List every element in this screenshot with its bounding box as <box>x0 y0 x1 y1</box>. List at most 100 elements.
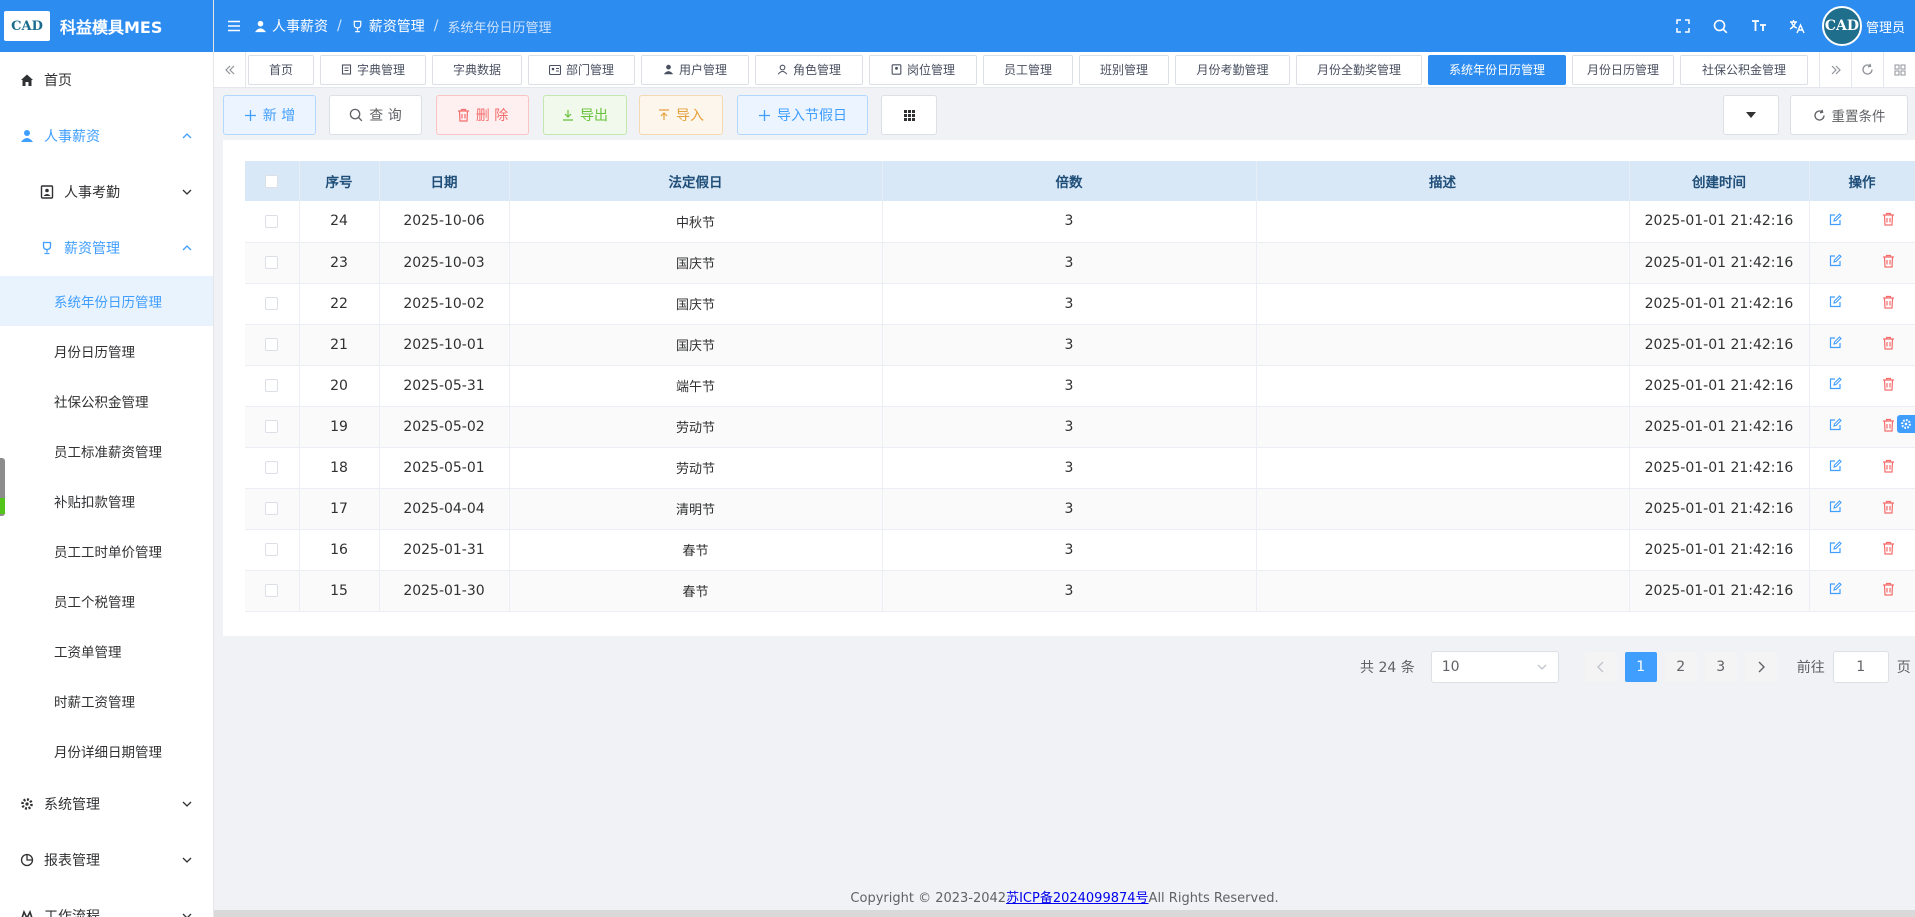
tab-position[interactable]: 岗位管理 <box>869 54 977 85</box>
tab-social-security[interactable]: 社保公积金管理 <box>1680 54 1808 85</box>
row-checkbox[interactable] <box>265 338 279 351</box>
tags-scroll-left-icon[interactable] <box>214 51 246 88</box>
tab-month-full-attendance[interactable]: 月份全勤奖管理 <box>1296 54 1422 85</box>
reset-button[interactable]: 重置条件 <box>1790 95 1908 135</box>
delete-button[interactable]: 删 除 <box>436 95 529 135</box>
avatar[interactable]: CAD <box>1821 6 1862 46</box>
table-row[interactable]: 23 2025-10-03 国庆节 3 2025-01-01 21:42:16 <box>245 242 1915 283</box>
tab-dict[interactable]: 字典管理 <box>320 54 426 85</box>
search-icon[interactable] <box>1702 19 1740 34</box>
sidebar-item-month-calendar[interactable]: 月份日历管理 <box>0 326 213 376</box>
tab-department[interactable]: 部门管理 <box>528 54 635 85</box>
export-button[interactable]: 导出 <box>543 95 627 135</box>
edit-icon[interactable] <box>1829 336 1843 353</box>
tab-month-attendance[interactable]: 月份考勤管理 <box>1175 54 1290 85</box>
table-row[interactable]: 22 2025-10-02 国庆节 3 2025-01-01 21:42:16 <box>245 283 1915 324</box>
sidebar-item-income-tax[interactable]: 员工个税管理 <box>0 576 213 626</box>
admin-name[interactable]: 管理员 <box>1866 17 1905 36</box>
refresh-icon[interactable] <box>1851 51 1883 88</box>
table-row[interactable]: 24 2025-10-06 中秋节 3 2025-01-01 21:42:16 <box>245 201 1915 242</box>
menu-toggle-icon[interactable] <box>214 20 254 32</box>
sidebar-item-workflow[interactable]: 工作流程 <box>0 888 213 917</box>
row-checkbox[interactable] <box>265 461 279 474</box>
edit-icon[interactable] <box>1829 541 1843 558</box>
next-page-button[interactable] <box>1744 652 1777 682</box>
delete-icon[interactable] <box>1882 336 1895 354</box>
query-button[interactable]: 查 询 <box>329 95 422 135</box>
icp-link[interactable]: 苏ICP备2024099874号 <box>1006 891 1148 906</box>
add-button[interactable]: 新 增 <box>223 95 316 135</box>
sidebar-item-social-security[interactable]: 社保公积金管理 <box>0 376 213 426</box>
table-row[interactable]: 21 2025-10-01 国庆节 3 2025-01-01 21:42:16 <box>245 324 1915 365</box>
tab-shift[interactable]: 班别管理 <box>1079 54 1169 85</box>
tab-home[interactable]: 首页 <box>248 54 314 85</box>
fullscreen-icon[interactable] <box>1664 19 1702 33</box>
col-header-no[interactable]: 序号 <box>299 161 380 201</box>
translate-icon[interactable] <box>1778 19 1816 34</box>
sidebar-item-month-detail[interactable]: 月份详细日期管理 <box>0 726 213 776</box>
row-checkbox[interactable] <box>265 584 279 597</box>
page-button-1[interactable]: 1 <box>1624 652 1657 682</box>
page-button-3[interactable]: 3 <box>1704 652 1737 682</box>
tab-role[interactable]: 角色管理 <box>755 54 863 85</box>
row-checkbox[interactable] <box>265 256 279 269</box>
col-header-description[interactable]: 描述 <box>1256 161 1630 201</box>
col-header-multiplier[interactable]: 倍数 <box>882 161 1257 201</box>
delete-icon[interactable] <box>1882 582 1895 600</box>
settings-float-icon[interactable] <box>1897 415 1915 433</box>
tags-scroll-right-icon[interactable] <box>1819 51 1851 88</box>
breadcrumb-item-hr[interactable]: 人事薪资 <box>254 16 328 36</box>
table-row[interactable]: 15 2025-01-30 春节 3 2025-01-01 21:42:16 <box>245 570 1915 611</box>
font-size-icon[interactable] <box>1740 19 1778 33</box>
delete-icon[interactable] <box>1882 295 1895 313</box>
table-row[interactable]: 17 2025-04-04 清明节 3 2025-01-01 21:42:16 <box>245 488 1915 529</box>
table-row[interactable]: 19 2025-05-02 劳动节 3 2025-01-01 21:42:16 <box>245 406 1915 447</box>
select-all-checkbox[interactable] <box>265 174 279 188</box>
delete-icon[interactable] <box>1882 418 1895 436</box>
row-checkbox[interactable] <box>265 214 279 228</box>
edit-icon[interactable] <box>1829 295 1843 312</box>
tab-dict-data[interactable]: 字典数据 <box>432 54 522 85</box>
sidebar-item-hr-attendance[interactable]: 人事考勤 <box>0 164 213 220</box>
row-checkbox[interactable] <box>265 502 279 515</box>
edit-icon[interactable] <box>1829 254 1843 271</box>
edit-icon[interactable] <box>1829 377 1843 394</box>
tab-employee[interactable]: 员工管理 <box>983 54 1073 85</box>
expand-filter-button[interactable] <box>1723 95 1779 135</box>
horizontal-scrollbar[interactable] <box>214 910 1915 917</box>
sidebar-item-hour-price[interactable]: 员工工时单价管理 <box>0 526 213 576</box>
sidebar-item-standard-salary[interactable]: 员工标准薪资管理 <box>0 426 213 476</box>
sidebar-item-year-calendar[interactable]: 系统年份日历管理 <box>0 276 213 326</box>
sidebar-item-hourly-wage[interactable]: 时薪工资管理 <box>0 676 213 726</box>
delete-icon[interactable] <box>1882 459 1895 477</box>
delete-icon[interactable] <box>1882 254 1895 272</box>
col-header-holiday[interactable]: 法定假日 <box>509 161 883 201</box>
breadcrumb-item-salary[interactable]: 薪资管理 <box>351 16 425 36</box>
row-checkbox[interactable] <box>265 543 279 556</box>
sidebar-item-report[interactable]: 报表管理 <box>0 832 213 888</box>
delete-icon[interactable] <box>1882 500 1895 518</box>
delete-icon[interactable] <box>1882 212 1895 230</box>
edit-icon[interactable] <box>1829 500 1843 517</box>
prev-page-button[interactable] <box>1584 652 1617 682</box>
page-button-2[interactable]: 2 <box>1664 652 1697 682</box>
col-header-date[interactable]: 日期 <box>379 161 510 201</box>
edit-icon[interactable] <box>1829 212 1843 230</box>
import-button[interactable]: 导入 <box>639 95 723 135</box>
edit-icon[interactable] <box>1829 582 1843 599</box>
tab-user[interactable]: 用户管理 <box>641 54 749 85</box>
delete-icon[interactable] <box>1882 541 1895 559</box>
sidebar-item-system[interactable]: 系统管理 <box>0 776 213 832</box>
delete-icon[interactable] <box>1882 377 1895 395</box>
goto-page-input[interactable]: 1 <box>1832 651 1889 683</box>
table-row[interactable]: 18 2025-05-01 劳动节 3 2025-01-01 21:42:16 <box>245 447 1915 488</box>
sidebar-item-allowance[interactable]: 补贴扣款管理 <box>0 476 213 526</box>
table-row[interactable]: 16 2025-01-31 春节 3 2025-01-01 21:42:16 <box>245 529 1915 570</box>
edit-icon[interactable] <box>1829 459 1843 476</box>
col-header-created[interactable]: 创建时间 <box>1629 161 1810 201</box>
row-checkbox[interactable] <box>265 379 279 392</box>
row-checkbox[interactable] <box>265 420 279 433</box>
row-checkbox[interactable] <box>265 297 279 310</box>
import-holiday-button[interactable]: 导入节假日 <box>737 95 868 135</box>
tab-year-calendar[interactable]: 系统年份日历管理 <box>1428 54 1566 85</box>
